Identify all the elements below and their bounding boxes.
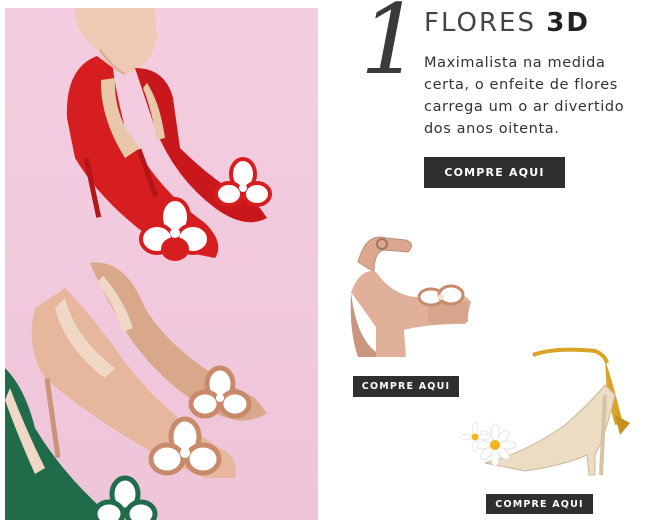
compre-aqui-button-daisy-sandal[interactable]: COMPRE AQUI	[486, 494, 593, 514]
platform-sandal-illustration	[350, 236, 471, 357]
title-bold: 3D	[546, 8, 590, 38]
product-image-daisy-sandal[interactable]	[455, 345, 640, 485]
compre-aqui-button-main[interactable]: COMPRE AQUI	[424, 157, 565, 188]
red-shoe-illustration	[66, 56, 272, 261]
title-light: FLORES	[424, 8, 536, 38]
feature-description: Maximalista na medida certa, o enfeite d…	[424, 55, 625, 137]
shoes-illustration	[5, 8, 272, 520]
hero-image-shoes	[5, 8, 318, 520]
feature-number: 1	[360, 0, 422, 96]
feature-title: FLORES 3D	[424, 10, 590, 36]
nude-shoe-illustration	[31, 262, 267, 478]
daisy-sandal-illustration	[460, 347, 630, 476]
compre-aqui-button-platform-sandal[interactable]: COMPRE AQUI	[353, 376, 459, 397]
product-image-platform-sandal[interactable]	[346, 232, 476, 362]
